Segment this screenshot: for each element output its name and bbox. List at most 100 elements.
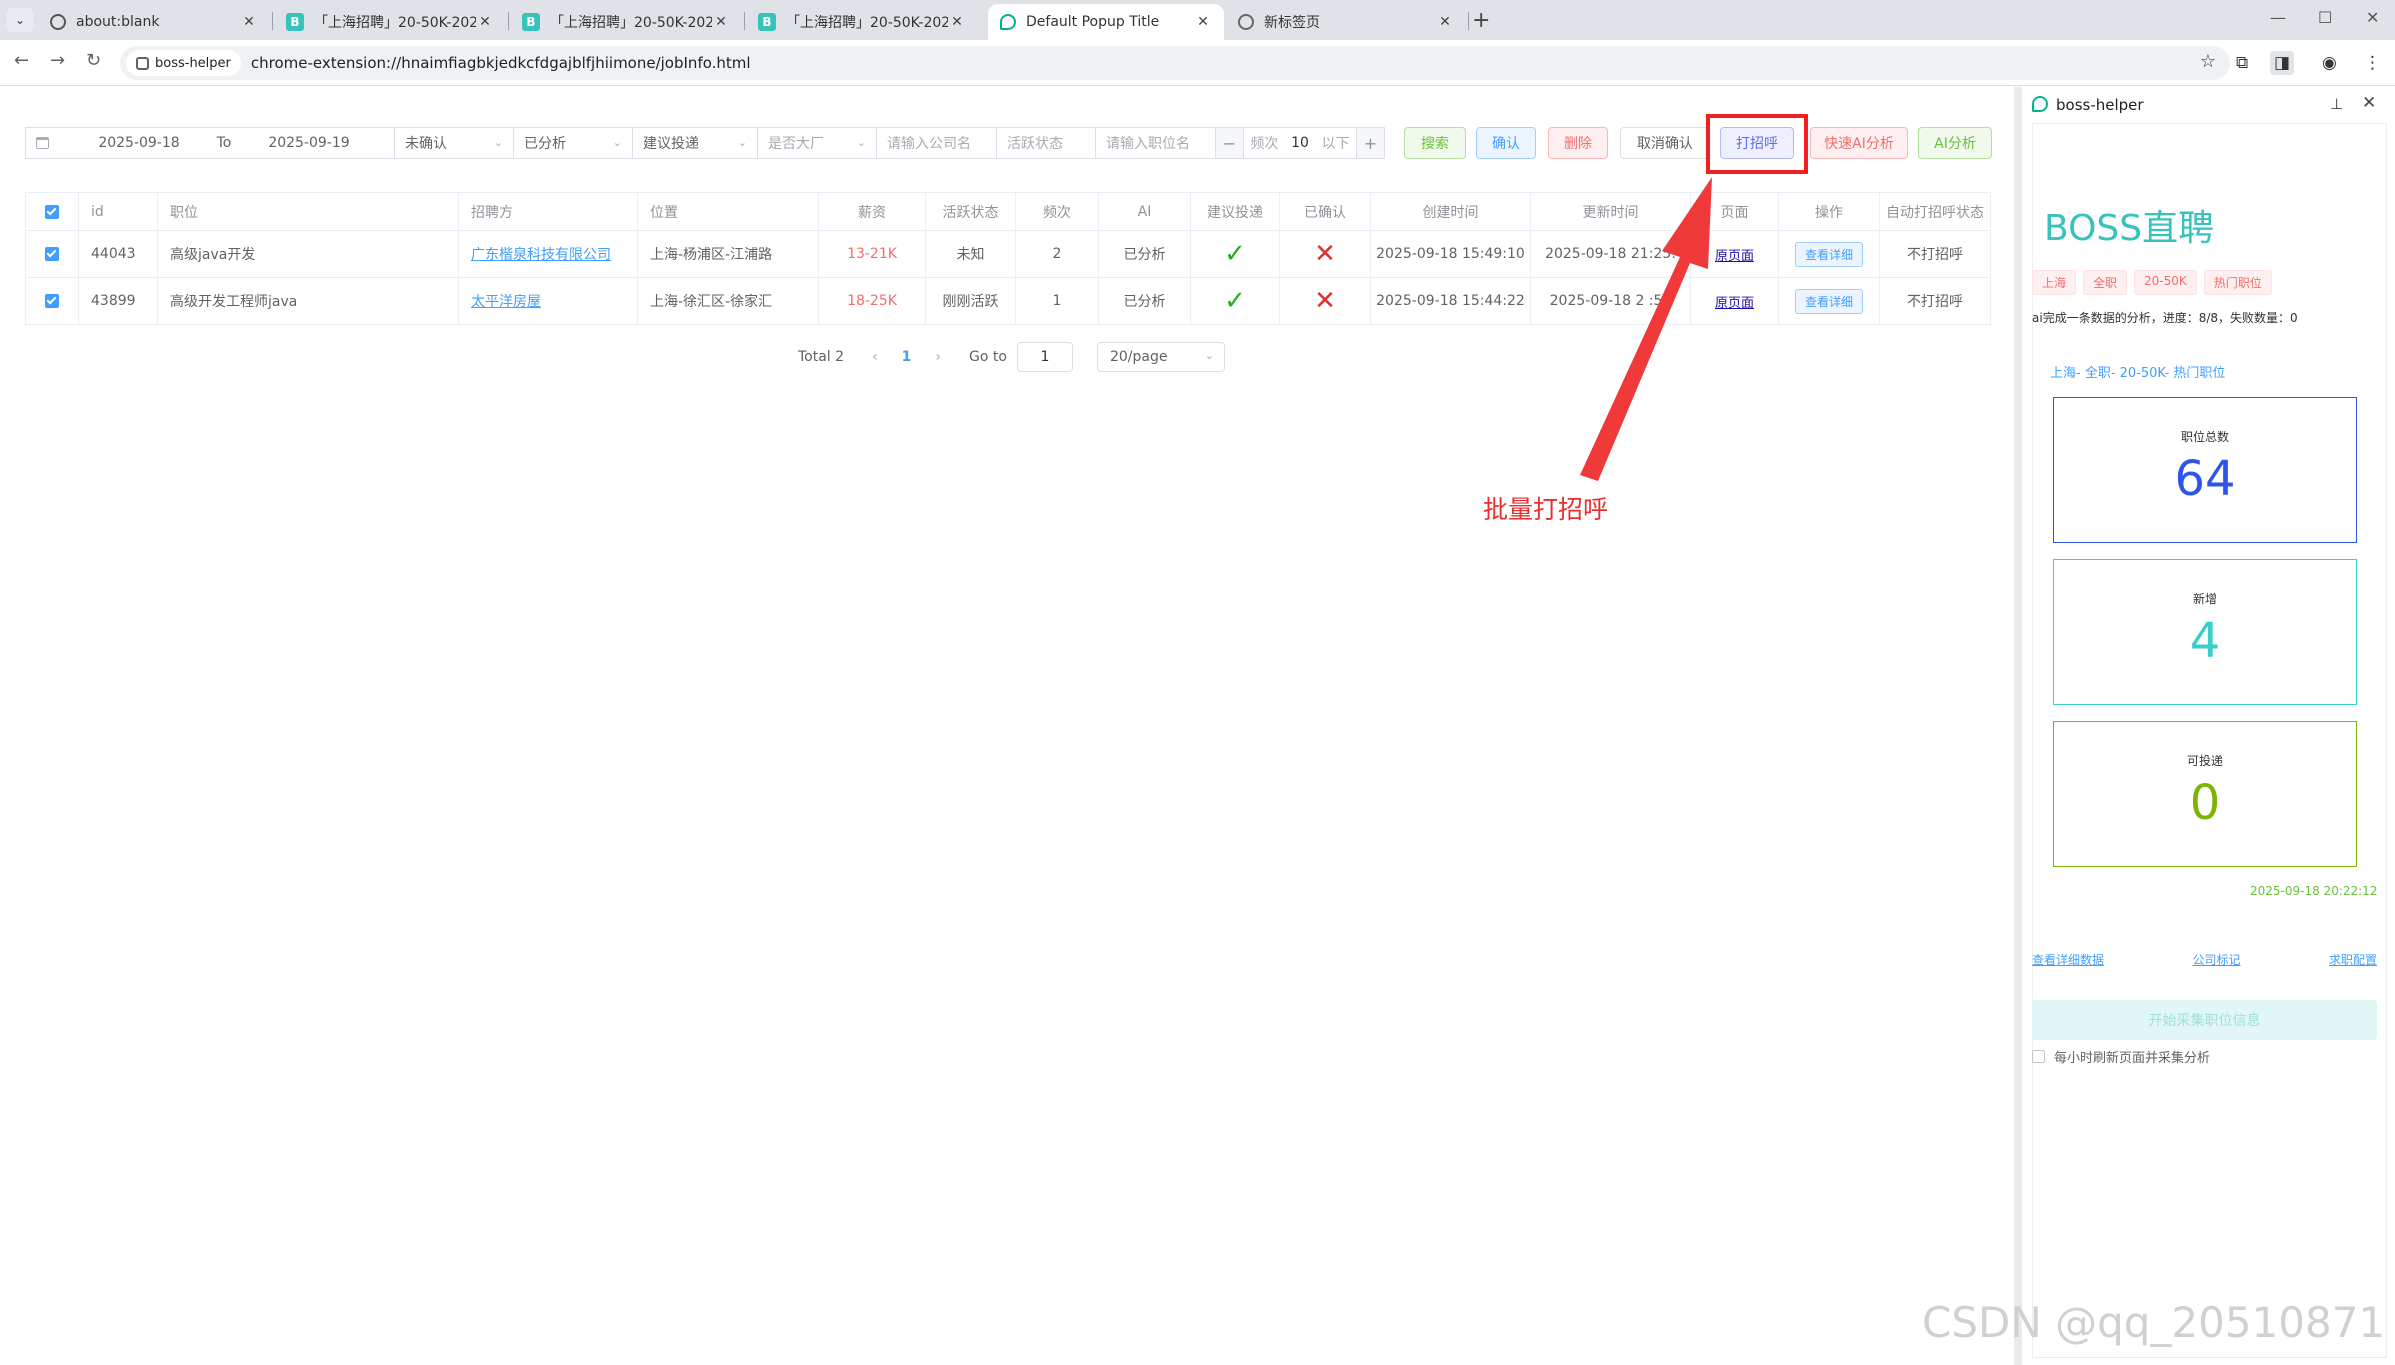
globe-icon — [50, 14, 66, 30]
view-detail-button[interactable]: 查看详细 — [1794, 241, 1863, 267]
window-close-icon[interactable]: ✕ — [2366, 8, 2379, 27]
cell-ai: 已分析 — [1099, 231, 1191, 277]
header-company: 招聘方 — [459, 193, 638, 230]
cell-id: 44043 — [79, 231, 158, 277]
reload-icon[interactable]: ↻ — [86, 50, 101, 71]
job-info-page: 2025-09-18 To 2025-09-19 未确认 ⌄ 已分析 ⌄ 建议投… — [0, 87, 2014, 1365]
row-checkbox[interactable] — [25, 278, 79, 324]
header-suggest: 建议投递 — [1191, 193, 1280, 230]
company-input[interactable]: 请输入公司名 — [876, 127, 997, 159]
panel-links: 查看详细数据 公司标记 求职配置 — [2032, 951, 2377, 968]
close-icon[interactable]: ✕ — [476, 14, 494, 30]
frequency-stepper[interactable]: − 频次 10 以下 + — [1215, 127, 1385, 159]
tag-hot: 热门职位 — [2203, 270, 2272, 295]
cell-freq: 2 — [1016, 231, 1099, 277]
goto-input[interactable]: 1 — [1016, 342, 1073, 372]
analysis-state-select[interactable]: 已分析 ⌄ — [513, 127, 633, 159]
new-tab-icon[interactable]: + — [1472, 8, 1490, 33]
extensions-puzzle-icon[interactable]: ⧉ — [2236, 53, 2248, 73]
tab-boss-3[interactable]: B 「上海招聘」20-50K-2025年上 ✕ — [746, 4, 978, 40]
url-text[interactable]: chrome-extension://hnaimfiagbkjedkcfdgaj… — [251, 54, 751, 72]
company-link[interactable]: 太平洋房屋 — [471, 291, 541, 311]
cell-created: 2025-09-18 15:44:22 — [1371, 278, 1531, 324]
tab-new-tab[interactable]: 新标签页 ✕ — [1226, 4, 1466, 40]
cell-active: 未知 — [926, 231, 1016, 277]
active-placeholder: 活跃状态 — [1007, 136, 1063, 152]
ai-analysis-button[interactable]: AI分析 — [1918, 127, 1992, 159]
suggest-state-select[interactable]: 建议投递 ⌄ — [632, 127, 758, 159]
browser-toolbar: ← → ↻ boss-helper chrome-extension://hna… — [0, 40, 2395, 86]
tag-type: 全职 — [2083, 270, 2128, 295]
job-config-link[interactable]: 求职配置 — [2329, 951, 2377, 968]
row-checkbox[interactable] — [25, 231, 79, 277]
date-to[interactable]: 2025-09-19 — [249, 135, 369, 151]
next-page-icon[interactable]: › — [935, 349, 941, 365]
minimize-icon[interactable]: — — [2270, 8, 2286, 27]
cell-created: 2025-09-18 15:49:10 — [1371, 231, 1531, 277]
decrease-button[interactable]: − — [1216, 128, 1244, 158]
page-size-select[interactable]: 20/page ⌄ — [1096, 342, 1225, 372]
tab-about-blank[interactable]: about:blank ✕ — [38, 4, 270, 40]
date-from[interactable]: 2025-09-18 — [79, 135, 199, 151]
tag-city: 上海 — [2032, 270, 2077, 295]
quick-ai-button[interactable]: 快速AI分析 — [1810, 127, 1908, 159]
maximize-icon[interactable]: ☐ — [2318, 8, 2332, 27]
pin-icon[interactable]: ⊥ — [2330, 95, 2343, 113]
stat-card-total: 职位总数 64 — [2053, 397, 2357, 543]
hourly-refresh-checkbox[interactable]: 每小时刷新页面并采集分析 — [2032, 1047, 2210, 1066]
unconfirm-button[interactable]: 取消确认 — [1620, 127, 1710, 159]
side-panel-title: boss-helper — [2056, 96, 2144, 114]
tag-salary: 20-50K — [2134, 270, 2197, 295]
tab-boss-1[interactable]: B 「上海招聘」20-50K-2025年上 ✕ — [274, 4, 506, 40]
extension-chip[interactable]: boss-helper — [126, 50, 241, 76]
close-icon[interactable]: ✕ — [1436, 14, 1454, 30]
cell-suggest: ✓ — [1191, 278, 1280, 324]
start-collect-button[interactable]: 开始采集职位信息 — [2032, 1000, 2377, 1040]
freq-value[interactable]: 10 — [1291, 135, 1309, 151]
close-icon[interactable]: ✕ — [1194, 14, 1212, 30]
address-bar[interactable]: boss-helper chrome-extension://hnaimfiag… — [120, 46, 2230, 80]
search-button[interactable]: 搜索 — [1404, 127, 1466, 159]
header-location: 位置 — [638, 193, 819, 230]
date-range-picker[interactable]: 2025-09-18 To 2025-09-19 — [25, 127, 395, 159]
close-icon[interactable]: ✕ — [948, 14, 966, 30]
increase-button[interactable]: + — [1356, 128, 1384, 158]
bigco-select[interactable]: 是否大厂 ⌄ — [757, 127, 877, 159]
side-panel-icon[interactable]: ◨ — [2270, 51, 2294, 75]
select-all-checkbox[interactable] — [25, 193, 79, 230]
side-panel-divider[interactable] — [2014, 87, 2022, 1365]
forward-icon[interactable]: → — [50, 50, 65, 71]
view-detail-data-link[interactable]: 查看详细数据 — [2032, 951, 2104, 968]
cell-auto-greet: 不打招呼 — [1880, 278, 1991, 324]
close-icon[interactable]: ✕ — [240, 14, 258, 30]
confirm-button[interactable]: 确认 — [1476, 127, 1536, 159]
cell-op: 查看详细 — [1779, 278, 1880, 324]
confirm-state-select[interactable]: 未确认 ⌄ — [394, 127, 514, 159]
bookmark-star-icon[interactable]: ☆ — [2200, 51, 2216, 72]
active-state-input[interactable]: 活跃状态 — [996, 127, 1096, 159]
cell-job: 高级开发工程师java — [158, 278, 459, 324]
prev-page-icon[interactable]: ‹ — [872, 349, 878, 365]
filter-bar: 2025-09-18 To 2025-09-19 未确认 ⌄ 已分析 ⌄ 建议投… — [25, 127, 1385, 159]
tab-default-popup[interactable]: Default Popup Title ✕ — [988, 4, 1224, 40]
back-icon[interactable]: ← — [14, 50, 29, 71]
tab-title: Default Popup Title — [1026, 14, 1160, 30]
job-name-input[interactable]: 请输入职位名 — [1095, 127, 1216, 159]
header-ai: AI — [1099, 193, 1191, 230]
company-mark-link[interactable]: 公司标记 — [2192, 951, 2240, 968]
cell-company: 广东楷泉科技有限公司 — [459, 231, 638, 277]
tab-divider — [744, 12, 745, 30]
tab-divider — [272, 12, 273, 30]
delete-button[interactable]: 删除 — [1548, 127, 1608, 159]
tab-boss-2[interactable]: B 「上海招聘」20-50K-2025年上 ✕ — [510, 4, 742, 40]
cell-id: 43899 — [79, 278, 158, 324]
view-detail-button[interactable]: 查看详细 — [1794, 288, 1863, 314]
tab-search-icon[interactable]: ⌄ — [6, 8, 34, 32]
chevron-down-icon: ⌄ — [737, 136, 747, 149]
company-link[interactable]: 广东楷泉科技有限公司 — [471, 244, 611, 264]
menu-kebab-icon[interactable]: ⋮ — [2364, 53, 2381, 73]
profile-icon[interactable]: ◉ — [2322, 53, 2337, 73]
current-page[interactable]: 1 — [902, 349, 912, 365]
close-icon[interactable]: ✕ — [2362, 93, 2376, 113]
close-icon[interactable]: ✕ — [712, 14, 730, 30]
